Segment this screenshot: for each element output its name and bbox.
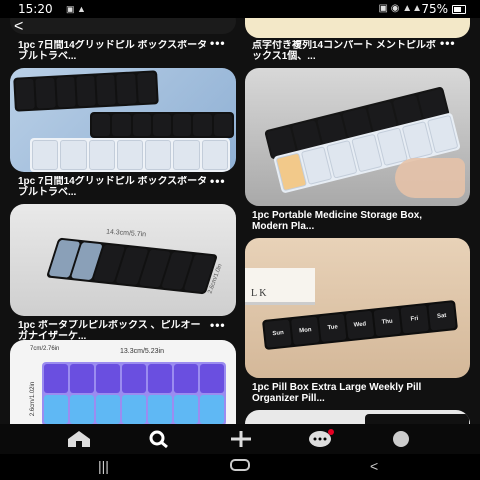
pin-image-dimension-box[interactable]: 14.3cm/5.7in 2.6cm/1.0in <box>10 204 236 316</box>
hand-shape <box>395 158 465 198</box>
notification-icons: ▣ ▲ <box>66 4 86 14</box>
signal-icons: ▣ ◉ ▲▲ <box>378 3 422 14</box>
pill-box-colorful <box>42 362 226 424</box>
pin-caption-top-right[interactable]: 点字付き複列14コンパート メントピルボックス1個、... <box>252 40 438 64</box>
more-options-button[interactable]: ••• <box>210 318 226 332</box>
status-bar: 15:20 ▣ ▲ ▣ ◉ ▲▲ 75% <box>0 0 480 18</box>
bottom-nav <box>0 424 480 454</box>
chat-icon[interactable] <box>306 429 336 449</box>
pill-box-dimension <box>45 237 219 295</box>
pill-box-clear <box>30 138 230 172</box>
book-text: L K <box>251 288 267 299</box>
home-button[interactable] <box>230 458 250 475</box>
pill-box-dark <box>13 70 159 112</box>
side-v-label: 2.6cm/1.02in <box>30 381 37 417</box>
more-options-button[interactable]: ••• <box>210 36 226 50</box>
side-dimension-label: 7cm/2.76in <box>30 346 60 352</box>
home-icon[interactable] <box>64 429 94 449</box>
pin-image-hand-pill-box[interactable] <box>245 68 470 206</box>
pin-caption-top-left[interactable]: 1pc 7日間14グリッドピル ボックスポータブルトラベ... <box>18 40 208 64</box>
pill-box-black: Sun Mon Tue Wed Thu Fri Sat <box>261 299 459 351</box>
book-stack <box>245 268 315 305</box>
pin-caption-right-3[interactable]: 1pc Pill Box Extra Large Weekly Pill Org… <box>252 382 462 406</box>
pill-box-bottom <box>365 414 469 424</box>
more-options-button[interactable]: ••• <box>440 36 456 50</box>
status-time: 15:20 <box>18 2 53 16</box>
pin-caption-left-2[interactable]: 1pc 7日間14グリッドピル ボックスポータブルトラベ... <box>18 176 208 200</box>
pin-image-black-pill-box[interactable]: L K Sun Mon Tue Wed Thu Fri Sat <box>245 238 470 378</box>
pin-feed[interactable]: 1pc 7日間14グリッドピル ボックスポータブルトラベ... ••• < 点字… <box>0 18 480 424</box>
profile-icon[interactable] <box>386 429 416 449</box>
length-label-2: 13.3cm/5.23in <box>120 348 164 355</box>
pin-caption-right-2[interactable]: 1pc Portable Medicine Storage Box, Moder… <box>252 210 452 234</box>
pin-image-pill-boxes-blue[interactable] <box>10 68 236 172</box>
length-label: 14.3cm/5.7in <box>105 228 147 239</box>
plus-icon[interactable] <box>226 429 256 449</box>
battery-icon <box>452 5 466 14</box>
pin-image-top-right[interactable] <box>245 18 470 38</box>
battery-level: 75% <box>421 2 448 16</box>
pin-image-top-left[interactable] <box>10 18 236 34</box>
back-arrow-icon[interactable]: < <box>14 18 23 36</box>
pin-image-bottom-right[interactable] <box>245 410 470 424</box>
system-nav: ||| < <box>0 454 480 480</box>
pin-image-colorful-box[interactable]: 7cm/2.76in 13.3cm/5.23in 2.6cm/1.02in <box>10 340 236 424</box>
more-options-button[interactable]: ••• <box>210 174 226 188</box>
recent-apps-button[interactable]: ||| <box>98 458 109 474</box>
search-icon[interactable] <box>144 429 174 449</box>
back-button[interactable]: < <box>370 458 378 474</box>
pill-box-dark-lower <box>90 112 234 138</box>
